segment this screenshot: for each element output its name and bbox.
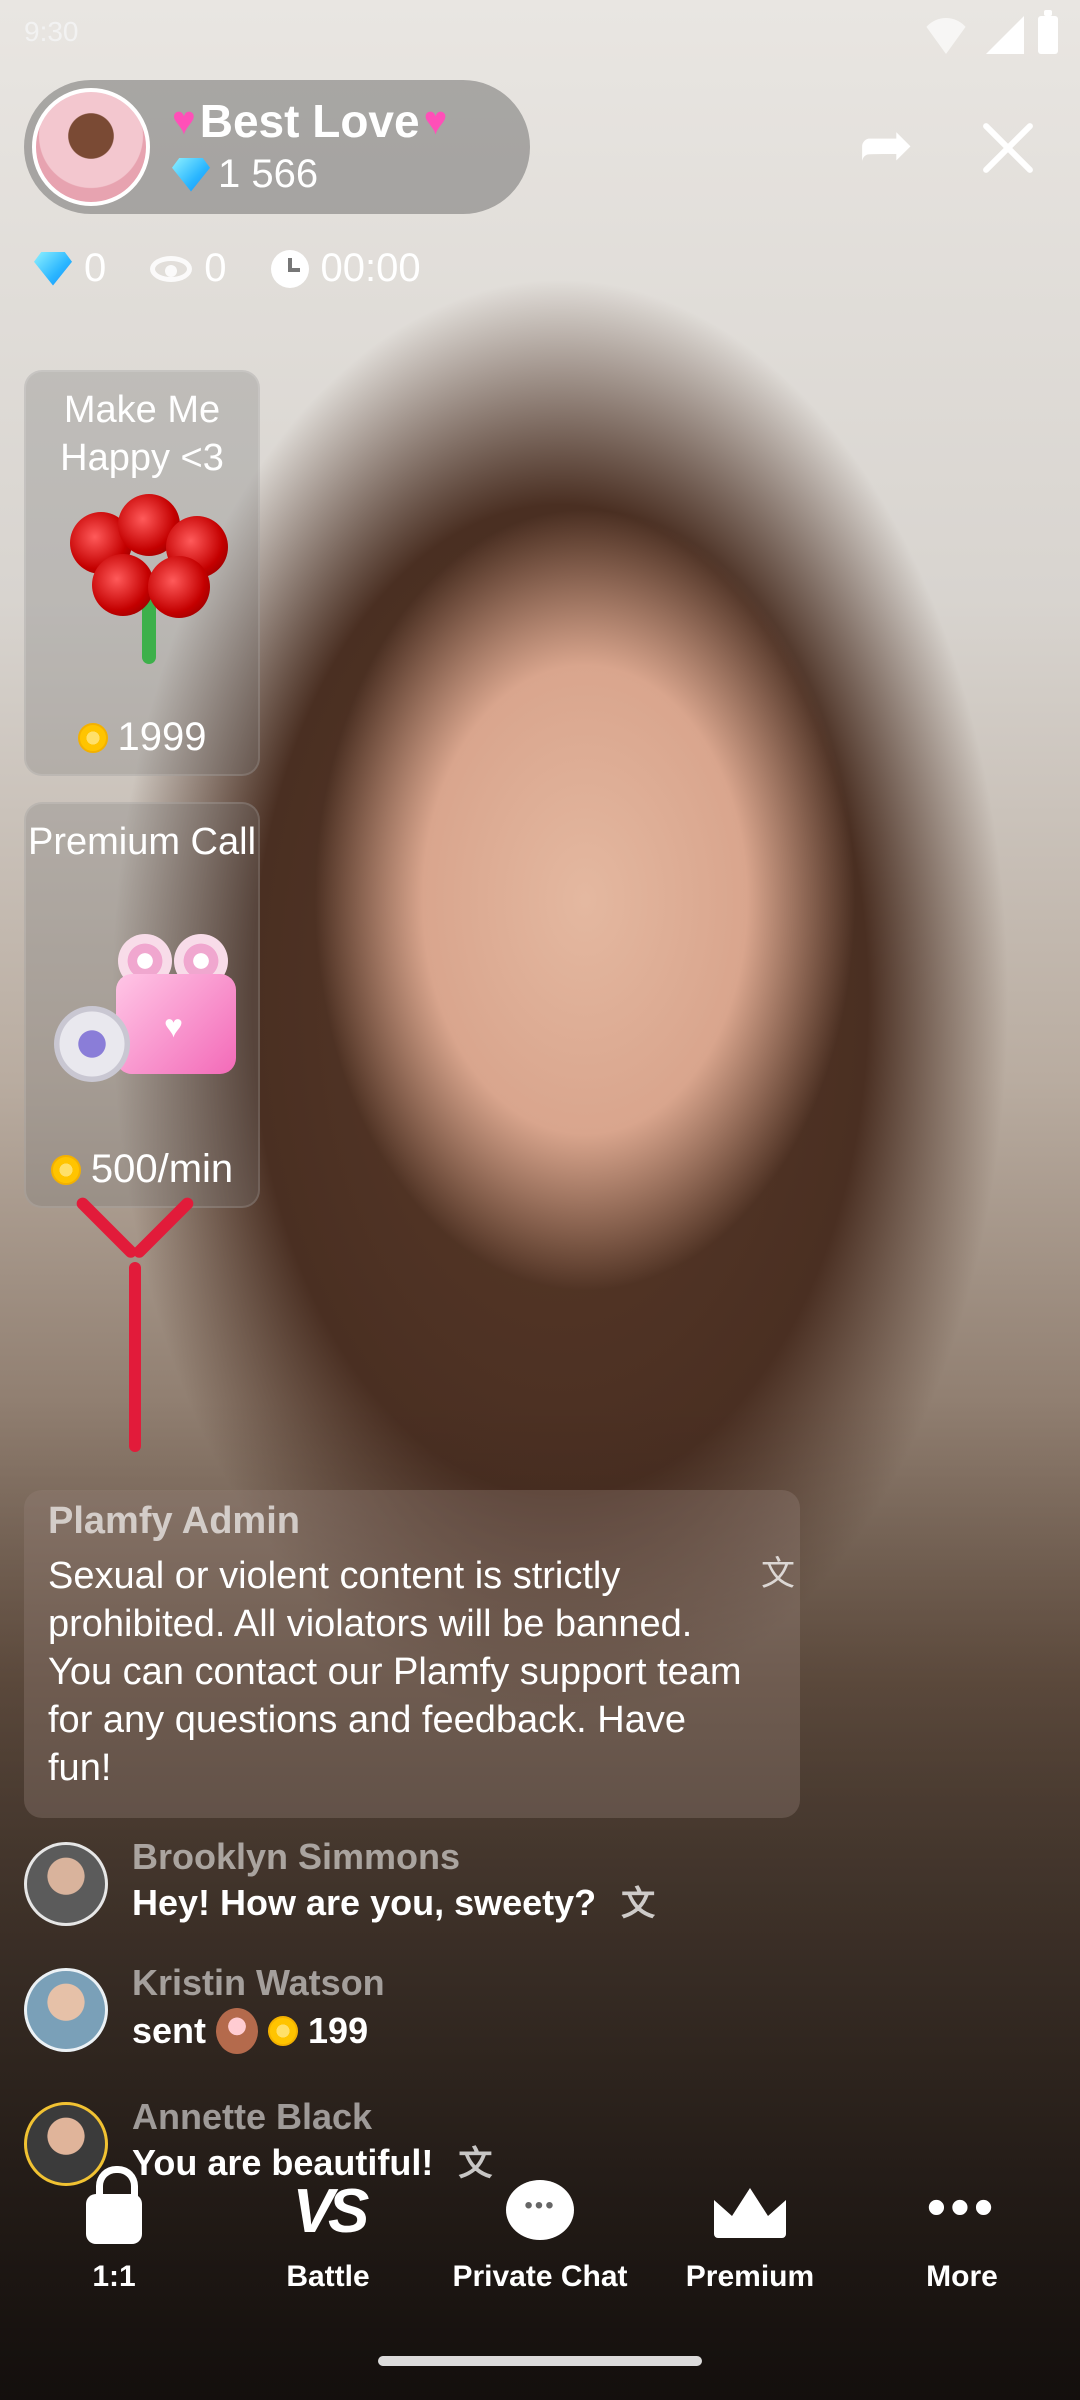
nav-label: Battle [286, 2260, 370, 2293]
wifi-icon [920, 18, 972, 54]
host-name: ♥ Best Love ♥ [172, 94, 447, 148]
offer-price: 500/min [26, 1147, 258, 1192]
offer-price-value: 500/min [90, 1147, 234, 1191]
chat-username[interactable]: Brooklyn Simmons [132, 1836, 460, 1878]
stat-viewers-value: 0 [204, 246, 227, 290]
chat-username[interactable]: Kristin Watson [132, 1962, 385, 2004]
pink-camera-icon: ♥ [46, 934, 246, 1084]
chat-bubble-icon [450, 2172, 630, 2252]
heart-icon: ♥ [172, 98, 196, 143]
eye-icon [150, 255, 193, 282]
offer-title: Make Me Happy <3 [60, 389, 224, 479]
host-name-text: Best Love [199, 95, 420, 147]
home-indicator[interactable] [378, 2356, 702, 2366]
avatar[interactable] [24, 1842, 108, 1926]
nav-premium[interactable]: Premium [660, 2172, 840, 2294]
stat-duration: 00:00 [270, 246, 421, 291]
stat-diamonds-value: 0 [84, 246, 107, 290]
vs-icon: VS [292, 2177, 370, 2246]
admin-notice: Plamfy Admin Sexual or violent content i… [24, 1490, 800, 1818]
gift-inline: sent 199 [132, 2008, 368, 2054]
host-diamond-count: 1 566 [172, 152, 318, 197]
teddy-bear-gift-icon [216, 2008, 259, 2054]
lock-icon [24, 2166, 204, 2252]
coin-icon [268, 2016, 299, 2046]
host-diamonds-value: 1 566 [218, 152, 319, 196]
system-icons [920, 10, 1058, 54]
heart-icon: ♥ [423, 98, 448, 143]
admin-name: Plamfy Admin [48, 1500, 300, 1542]
chat-username[interactable]: Annette Black [132, 2096, 372, 2138]
nav-1-1[interactable]: 1:1 [24, 2166, 204, 2294]
chat-message: Brooklyn Simmons Hey! How are you, sweet… [24, 1836, 784, 1952]
gift-price: 199 [308, 2010, 369, 2051]
stat-duration-value: 00:00 [320, 246, 421, 290]
diamond-icon [34, 251, 72, 286]
chat-gift-text: sent 199 [132, 2008, 368, 2054]
chat-text: Hey! How are you, sweety? 文 [132, 1882, 660, 1926]
status-bar: 9:30 [0, 0, 1080, 64]
nav-label: Private Chat [452, 2260, 628, 2293]
offer-title: Premium Call [27, 821, 257, 863]
nav-private-chat[interactable]: Private Chat [450, 2172, 630, 2294]
nav-label: 1:1 [92, 2260, 136, 2293]
chat-text-value: Hey! How are you, sweety? [132, 1882, 597, 1923]
more-dots-icon: ••• [926, 2175, 998, 2238]
share-button[interactable]: ➦ [854, 111, 918, 177]
offer-price: 1999 [26, 715, 258, 760]
status-time: 9:30 [24, 16, 79, 47]
roses-bouquet-icon [62, 494, 232, 664]
chat-message: Kristin Watson sent 199 [24, 1962, 784, 2078]
coin-icon [50, 1154, 81, 1185]
offer-card-make-me-happy[interactable]: Make Me Happy <3 1999 [24, 370, 260, 776]
crown-icon [660, 2172, 840, 2252]
clock-icon [270, 249, 309, 288]
stream-stats: 0 0 00:00 [34, 246, 465, 291]
chat-text-value: sent [132, 2010, 207, 2051]
nav-battle[interactable]: VS Battle [238, 2172, 418, 2294]
nav-more[interactable]: ••• More [872, 2172, 1052, 2294]
host-profile-pill[interactable]: ♥ Best Love ♥ 1 566 [24, 80, 530, 214]
stat-viewers: 0 [150, 246, 227, 291]
translate-icon[interactable]: 文 [616, 1882, 660, 1926]
translate-icon[interactable]: 文 [756, 1552, 800, 1596]
offer-price-value: 1999 [117, 715, 207, 759]
coin-icon [77, 722, 108, 753]
nav-label: Premium [685, 2260, 815, 2293]
avatar[interactable] [24, 1968, 108, 2052]
battery-icon [1038, 10, 1058, 54]
nav-label: More [926, 2260, 998, 2293]
admin-message: Sexual or violent content is strictly pr… [48, 1555, 742, 1789]
stat-diamonds: 0 [34, 246, 106, 291]
signal-icon [986, 16, 1024, 54]
offer-card-premium-call[interactable]: Premium Call ♥ 500/min [24, 802, 260, 1208]
diamond-icon [172, 157, 210, 192]
host-avatar[interactable] [32, 88, 150, 206]
red-arrow-annotation [74, 1195, 196, 1460]
close-button[interactable] [974, 114, 1042, 182]
bottom-nav: 1:1 VS Battle Private Chat Premium ••• M… [0, 2160, 1080, 2320]
